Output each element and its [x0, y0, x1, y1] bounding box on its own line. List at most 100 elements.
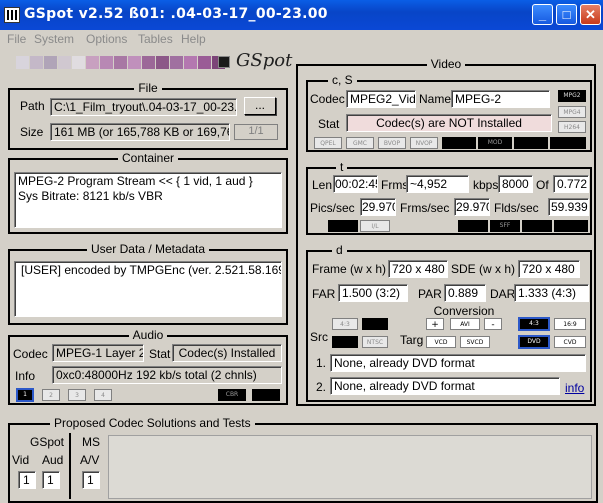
- title-bar[interactable]: GSpot v2.52 ß01: .04-03-17_00-23.00 _ □ …: [0, 0, 603, 30]
- audio-stream-3-button[interactable]: 3: [68, 389, 86, 401]
- of-field: 0.772: [553, 175, 589, 193]
- av-label: A/V: [80, 453, 100, 467]
- audio-info-label: Info: [15, 369, 36, 383]
- menu-help[interactable]: Help: [181, 32, 206, 46]
- audio-vbr-indicator: [252, 389, 280, 401]
- video-dimensions-group: d Frame (w x h) 720 x 480 SDE (w x h) 72…: [306, 243, 592, 402]
- container-line-1: MPEG-2 Program Stream << { 1 vid, 1 aud …: [18, 174, 253, 188]
- userdata-group: User Data / Metadata [USER] encoded by T…: [8, 242, 288, 325]
- dar-field: 1.333 (4:3): [514, 284, 589, 302]
- src-ntsc-button[interactable]: NTSC: [362, 336, 388, 348]
- menu-tables[interactable]: Tables: [138, 32, 173, 46]
- userdata-text: [USER] encoded by TMPGEnc (ver. 2.521.58…: [14, 261, 282, 317]
- path-field[interactable]: C:\1_Film_tryout\.04-03-17_00-23.00.: [50, 98, 237, 116]
- swatch: [100, 56, 113, 69]
- menu-system[interactable]: System: [34, 32, 74, 46]
- of-label: Of: [536, 178, 549, 192]
- gspot-label: GSpot: [30, 435, 65, 449]
- menu-file[interactable]: File: [7, 32, 26, 46]
- src-button-3[interactable]: [332, 336, 358, 348]
- swatch: [142, 56, 155, 69]
- far-field: 1.500 (3:2): [338, 284, 408, 302]
- bvop-flag: BVOP: [378, 137, 406, 149]
- swatch: [170, 56, 183, 69]
- conversion-label: Conversion: [433, 304, 495, 318]
- mpg4-button[interactable]: MPG4: [558, 106, 586, 118]
- aud-value: 1: [42, 471, 60, 489]
- targ-plus-button[interactable]: +: [426, 318, 444, 330]
- swatch: [156, 56, 169, 69]
- flds-sec-label: Flds/sec: [494, 201, 539, 215]
- swatch: [114, 56, 127, 69]
- timing-indicator-1: [328, 220, 358, 232]
- video-legend: Video: [426, 57, 466, 71]
- frms-label: Frms: [381, 178, 409, 192]
- targ-4-3-button[interactable]: 4:3: [518, 317, 550, 331]
- swatch: [184, 56, 197, 69]
- targ-svcd-button[interactable]: SVCD: [460, 336, 490, 348]
- flag-dark-1: [442, 137, 476, 149]
- note-2-number: 2.: [316, 380, 327, 394]
- swatch: [16, 56, 29, 69]
- proposed-legend: Proposed Codec Solutions and Tests: [50, 416, 255, 430]
- note-2-field: None, already DVD format: [330, 377, 560, 395]
- audio-cbr-indicator: CBR: [218, 389, 246, 401]
- cs-legend: c, S: [328, 73, 357, 87]
- timing-indicator-4: [554, 220, 588, 232]
- browse-button[interactable]: ...: [244, 97, 276, 115]
- flds-sec-field: 59.939: [548, 198, 589, 216]
- par-field: 0.889: [444, 284, 486, 302]
- file-legend: File: [134, 81, 162, 95]
- targ-vcd-button[interactable]: VCD: [426, 336, 456, 348]
- frame-field: 720 x 480: [388, 260, 448, 278]
- video-timing-group: t Len 00:02:45 Frms ~4,952 kbps 8000 Of …: [306, 160, 592, 235]
- targ-dvd-button[interactable]: DVD: [518, 335, 550, 349]
- timing-indicator-3: [522, 220, 552, 232]
- swatch: [198, 56, 211, 69]
- proposed-group: Proposed Codec Solutions and Tests GSpot…: [8, 416, 598, 503]
- vid-value: 1: [18, 471, 36, 489]
- file-group: File Path C:\1_Film_tryout\.04-03-17_00-…: [8, 81, 288, 150]
- video-group: Video c, S Codec MPEG2_Vid Name MPEG-2 M…: [296, 57, 596, 406]
- video-codec-field: MPEG2_Vid: [346, 90, 416, 108]
- audio-stream-1-button[interactable]: 1: [16, 388, 34, 402]
- audio-legend: Audio: [128, 328, 168, 342]
- gmc-flag: GMC: [346, 137, 374, 149]
- userdata-legend: User Data / Metadata: [86, 242, 210, 256]
- container-info: MPEG-2 Program Stream << { 1 vid, 1 aud …: [14, 172, 282, 228]
- info-link[interactable]: info: [565, 381, 584, 395]
- maximize-button[interactable]: □: [556, 4, 577, 25]
- targ-cvd-button[interactable]: CVD: [554, 336, 586, 348]
- container-line-2: Sys Bitrate: 8121 kb/s VBR: [18, 189, 163, 203]
- targ-avi-button[interactable]: AVI: [450, 318, 480, 330]
- targ-minus-button[interactable]: -: [484, 318, 502, 330]
- pics-sec-label: Pics/sec: [310, 201, 355, 215]
- separator: [69, 433, 71, 499]
- video-stat-label: Stat: [318, 117, 340, 131]
- mpg2-button[interactable]: MPG2: [558, 90, 586, 102]
- audio-stream-4-button[interactable]: 4: [94, 389, 112, 401]
- container-legend: Container: [117, 151, 179, 165]
- targ-16-9-button[interactable]: 16:9: [554, 318, 586, 330]
- app-icon: [4, 7, 20, 23]
- window-title: GSpot v2.52 ß01: .04-03-17_00-23.00: [24, 6, 328, 22]
- frms-sec-label: Frms/sec: [400, 201, 450, 215]
- size-label: Size: [20, 125, 44, 139]
- video-name-label: Name: [419, 92, 452, 106]
- src-4-3-button[interactable]: 4:3: [332, 318, 358, 330]
- audio-stream-2-button[interactable]: 2: [42, 389, 60, 401]
- menu-options[interactable]: Options: [86, 32, 127, 46]
- h264-button[interactable]: H264: [558, 121, 586, 133]
- len-field: 00:02:45: [333, 175, 378, 193]
- close-button[interactable]: ✕: [580, 4, 601, 25]
- av-value: 1: [82, 471, 100, 489]
- minimize-button[interactable]: _: [532, 4, 553, 25]
- il-button[interactable]: I/L: [360, 220, 390, 232]
- audio-codec-label: Codec: [13, 347, 48, 361]
- video-codec-label: Codec: [310, 92, 345, 106]
- swatch-selected[interactable]: [218, 56, 230, 68]
- vid-label: Vid: [12, 453, 30, 467]
- src-button-2[interactable]: [362, 318, 388, 330]
- timing-indicator-2: [458, 220, 488, 232]
- swatch: [58, 56, 71, 69]
